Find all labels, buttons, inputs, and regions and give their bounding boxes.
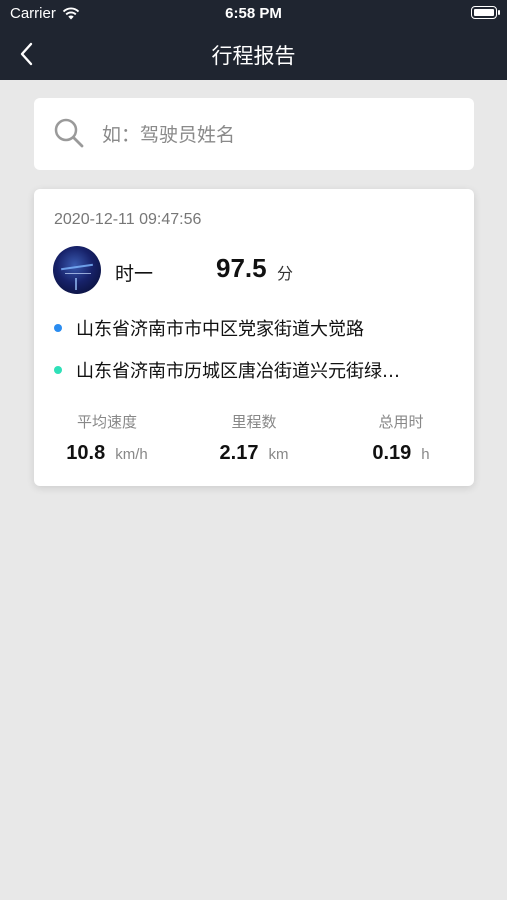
stat-label: 里程数: [231, 413, 277, 431]
end-address-row: 山东省济南市历城区唐冶街道兴元街绿…: [54, 357, 400, 383]
score-unit: 分: [277, 264, 294, 283]
stat-total-time: 总用时 0.19 h: [328, 411, 474, 465]
search-box[interactable]: [34, 98, 474, 170]
stat-value: 0.19: [372, 442, 412, 464]
stat-unit: h: [421, 446, 430, 463]
page-title: 行程报告: [211, 44, 296, 68]
start-point-dot-icon: [54, 324, 62, 332]
stat-value: 2.17: [219, 442, 259, 464]
trip-score: 97.5: [216, 253, 267, 283]
stat-label: 总用时: [378, 413, 424, 431]
stat-unit: km: [268, 446, 289, 463]
stat-unit: km/h: [115, 446, 148, 463]
end-address: 山东省济南市历城区唐冶街道兴元街绿…: [76, 361, 400, 382]
stat-distance: 里程数 2.17 km: [181, 411, 327, 465]
trip-report-card[interactable]: 2020-12-11 09:47:56 时一 97.5 分 山东省济南市市中区党…: [34, 189, 474, 486]
driver-name: 时一: [115, 263, 154, 285]
stat-label: 平均速度: [76, 413, 137, 431]
start-address-row: 山东省济南市市中区党家街道大觉路: [54, 315, 364, 341]
status-time: 6:58 PM: [225, 5, 282, 22]
stat-average-speed: 平均速度 10.8 km/h: [34, 411, 180, 465]
end-point-dot-icon: [54, 366, 62, 374]
battery-icon: [471, 6, 500, 19]
driver-avatar: [53, 246, 101, 294]
status-bar: Carrier 6:58 PM: [0, 0, 507, 28]
search-icon: [54, 118, 84, 148]
search-input[interactable]: [100, 118, 454, 152]
trip-datetime: 2020-12-11 09:47:56: [54, 211, 202, 228]
stat-value: 10.8: [66, 442, 106, 464]
start-address: 山东省济南市市中区党家街道大觉路: [76, 319, 364, 340]
navigation-bar: 行程报告: [0, 28, 507, 80]
